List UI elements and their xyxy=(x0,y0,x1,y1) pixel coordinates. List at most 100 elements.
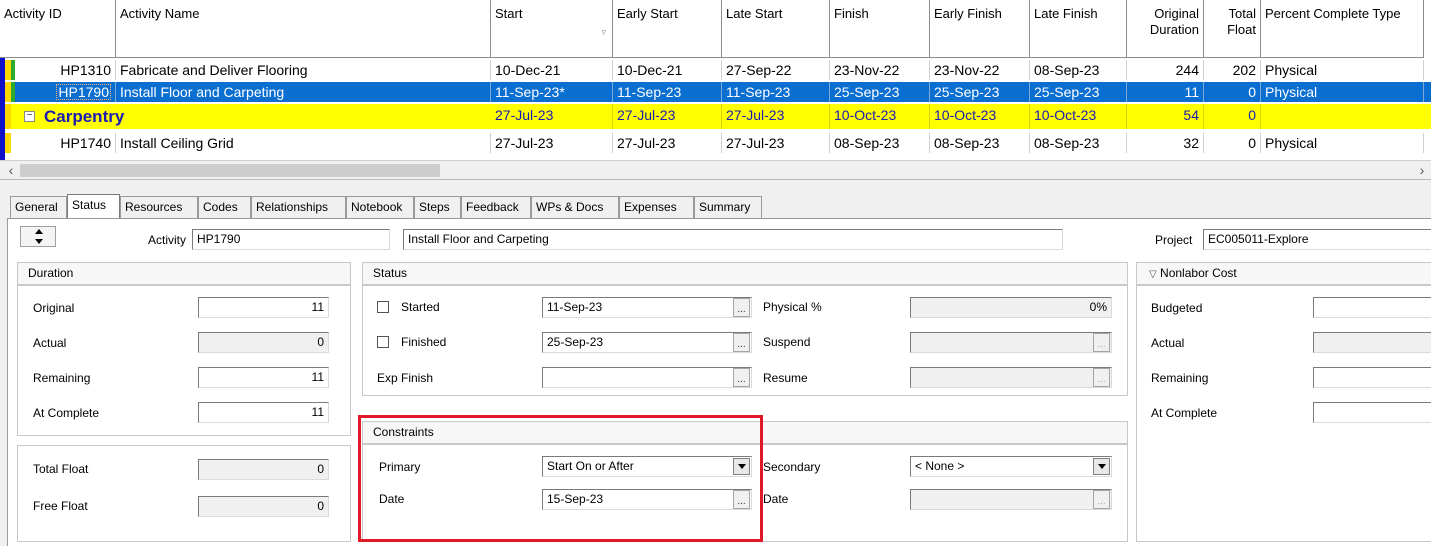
budgeted-cost-field[interactable] xyxy=(1313,297,1431,318)
wbs-level-bar xyxy=(11,82,15,102)
project-field[interactable]: EC005011-Explore xyxy=(1203,229,1431,250)
wbs-level-bar xyxy=(5,104,11,129)
tab-steps[interactable]: Steps xyxy=(414,196,461,218)
cell-late-finish: 10-Oct-23 xyxy=(1030,104,1127,129)
secondary-constraint-label: Secondary xyxy=(763,460,821,474)
actual-cost-field[interactable] xyxy=(1313,332,1431,353)
physical-percent-field[interactable]: 0% xyxy=(910,297,1112,318)
cell-late-start: 11-Sep-23 xyxy=(722,82,830,102)
col-header-late-finish[interactable]: Late Finish xyxy=(1030,0,1127,58)
cell-percent-complete-type: Physical xyxy=(1261,133,1424,153)
col-header-early-start[interactable]: Early Start xyxy=(613,0,722,58)
tab-wps-docs[interactable]: WPs & Docs xyxy=(531,196,619,218)
cell-early-finish: 23-Nov-22 xyxy=(930,60,1030,80)
cell-late-start: 27-Jul-23 xyxy=(722,104,830,129)
wbs-level-bar xyxy=(5,133,11,153)
exp-finish-label: Exp Finish xyxy=(377,371,434,385)
original-duration-field[interactable]: 11 xyxy=(198,297,329,318)
remaining-duration-field[interactable]: 11 xyxy=(198,367,329,388)
cell-total-float: 202 xyxy=(1204,60,1261,80)
col-header-start-label: Start xyxy=(495,6,523,21)
date-picker-icon[interactable]: ... xyxy=(1093,490,1110,509)
cell-start: 10-Dec-21 xyxy=(491,60,613,80)
col-header-start[interactable]: Start ▿ xyxy=(491,0,613,58)
secondary-constraint-date-label: Date xyxy=(763,492,789,506)
scroll-right-icon[interactable]: › xyxy=(1413,161,1431,179)
cell-activity-name: Install Floor and Carpeting xyxy=(116,82,491,102)
date-picker-icon[interactable]: ... xyxy=(733,368,750,387)
date-picker-icon[interactable]: ... xyxy=(733,333,750,352)
finished-label: Finished xyxy=(401,335,447,349)
col-header-late-start[interactable]: Late Start xyxy=(722,0,830,58)
free-float-field[interactable]: 0 xyxy=(198,496,329,517)
activity-id-field[interactable]: HP1790 xyxy=(192,229,390,250)
cell-percent-complete-type: Physical xyxy=(1261,60,1424,80)
finished-checkbox[interactable] xyxy=(377,336,389,348)
actual-duration-field[interactable]: 0 xyxy=(198,332,329,353)
cell-finish: 23-Nov-22 xyxy=(830,60,930,80)
cell-original-duration: 11 xyxy=(1127,82,1204,102)
activity-navigator[interactable] xyxy=(20,226,56,247)
at-complete-duration-label: At Complete xyxy=(33,406,100,420)
started-date-field[interactable]: 11-Sep-23 xyxy=(542,297,752,318)
chevron-down-icon[interactable] xyxy=(1093,458,1110,475)
col-header-percent-complete-type[interactable]: Percent Complete Type xyxy=(1261,0,1424,58)
table-row[interactable]: HP1740 Install Ceiling Grid 27-Jul-23 27… xyxy=(0,133,1431,153)
project-label: Project xyxy=(1155,233,1193,247)
table-row[interactable]: HP1310 Fabricate and Deliver Flooring 10… xyxy=(0,60,1431,80)
cell-activity-name: Fabricate and Deliver Flooring xyxy=(116,60,491,80)
actual-duration-label: Actual xyxy=(33,336,67,350)
col-header-activity-id[interactable]: Activity ID xyxy=(0,0,116,58)
tab-status[interactable]: Status xyxy=(67,194,120,219)
exp-finish-date-field[interactable] xyxy=(542,367,752,388)
secondary-constraint-date-field[interactable] xyxy=(910,489,1112,510)
finished-date-field[interactable]: 25-Sep-23 xyxy=(542,332,752,353)
free-float-label: Free Float xyxy=(33,499,88,513)
arrow-down-icon[interactable] xyxy=(35,239,43,244)
nonlabor-cost-title: Nonlabor Cost xyxy=(1160,266,1237,280)
tab-relationships[interactable]: Relationships xyxy=(251,196,346,218)
at-complete-cost-label: At Complete xyxy=(1151,406,1218,420)
tab-feedback[interactable]: Feedback xyxy=(461,196,531,218)
started-label: Started xyxy=(401,300,440,314)
at-complete-duration-field[interactable]: 11 xyxy=(198,402,329,423)
cell-start: 11-Sep-23* xyxy=(491,82,613,102)
collapse-icon[interactable]: − xyxy=(24,111,35,122)
cell-activity-name: Install Ceiling Grid xyxy=(116,133,491,153)
horizontal-scrollbar[interactable]: ‹ › xyxy=(0,160,1431,180)
nonlabor-cost-section-header[interactable]: ▽ Nonlabor Cost xyxy=(1136,262,1431,285)
wbs-band-row[interactable]: − Carpentry 27-Jul-23 27-Jul-23 27-Jul-2… xyxy=(0,104,1431,129)
remaining-cost-field[interactable] xyxy=(1313,367,1431,388)
tab-resources[interactable]: Resources xyxy=(120,196,198,218)
arrow-up-icon[interactable] xyxy=(35,229,43,234)
cell-activity-id: HP1740 xyxy=(0,133,116,153)
cell-total-float: 0 xyxy=(1204,82,1261,102)
at-complete-cost-field[interactable] xyxy=(1313,402,1431,423)
col-header-total-float[interactable]: Total Float xyxy=(1204,0,1261,58)
tab-summary[interactable]: Summary xyxy=(694,196,762,218)
tab-codes[interactable]: Codes xyxy=(198,196,251,218)
activity-name-field[interactable]: Install Floor and Carpeting xyxy=(403,229,1063,250)
cell-original-duration: 54 xyxy=(1127,104,1204,129)
date-picker-icon[interactable]: ... xyxy=(733,298,750,317)
table-row-selected[interactable]: HP1790 Install Floor and Carpeting 11-Se… xyxy=(0,82,1431,102)
cell-early-finish: 10-Oct-23 xyxy=(930,104,1030,129)
sort-filter-icon: ▿ xyxy=(601,27,606,37)
date-picker-icon[interactable]: ... xyxy=(1093,368,1110,387)
tab-notebook[interactable]: Notebook xyxy=(346,196,414,218)
col-header-finish[interactable]: Finish xyxy=(830,0,930,58)
cell-late-finish: 08-Sep-23 xyxy=(1030,60,1127,80)
date-picker-icon[interactable]: ... xyxy=(1093,333,1110,352)
tab-general[interactable]: General xyxy=(10,196,67,218)
col-header-early-finish[interactable]: Early Finish xyxy=(930,0,1030,58)
suspend-date-field[interactable] xyxy=(910,332,1112,353)
col-header-activity-name[interactable]: Activity Name xyxy=(116,0,491,58)
scroll-left-icon[interactable]: ‹ xyxy=(2,161,20,179)
col-header-original-duration[interactable]: Original Duration xyxy=(1127,0,1204,58)
secondary-constraint-select[interactable]: < None > xyxy=(910,456,1112,477)
tab-expenses[interactable]: Expenses xyxy=(619,196,694,218)
scroll-thumb[interactable] xyxy=(20,164,440,177)
started-checkbox[interactable] xyxy=(377,301,389,313)
resume-date-field[interactable] xyxy=(910,367,1112,388)
total-float-field[interactable]: 0 xyxy=(198,459,329,480)
